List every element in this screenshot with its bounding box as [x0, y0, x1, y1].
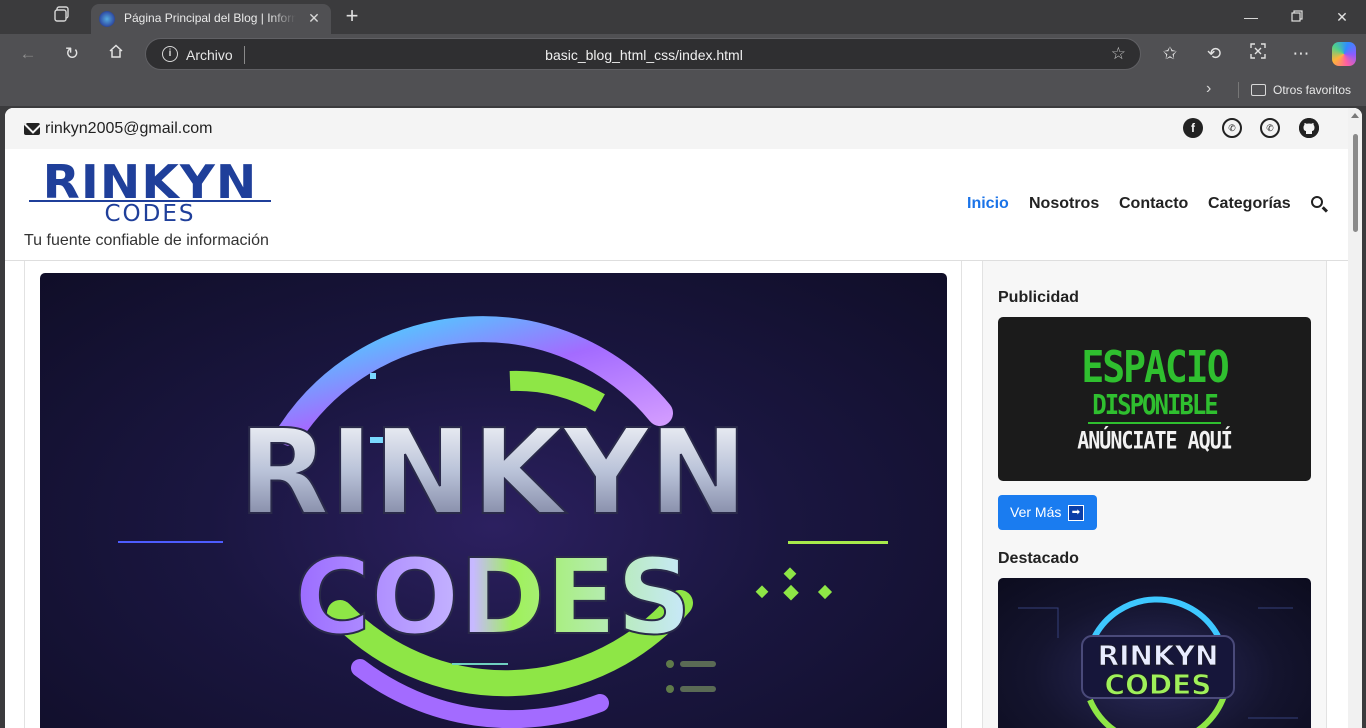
ad-heading: Publicidad — [998, 289, 1079, 306]
ad-line3: ANÚNCIATE AQUÍ — [1077, 425, 1233, 455]
home-icon[interactable] — [103, 42, 129, 66]
active-tab[interactable]: Página Principal del Blog | Información … — [91, 4, 331, 34]
favorites-folder-label[interactable]: Otros favoritos — [1273, 83, 1351, 97]
hero-image[interactable]: RINKYN CODES — [40, 273, 947, 728]
scrollbar-thumb[interactable] — [1353, 134, 1358, 232]
refresh-icon[interactable]: ↻ — [59, 42, 85, 66]
back-icon[interactable]: ← — [15, 42, 41, 66]
facebook-icon[interactable]: f — [1183, 118, 1203, 138]
whatsapp-icon[interactable]: ✆ — [1222, 118, 1242, 138]
logo-wordmark[interactable]: RINKYN — [23, 159, 277, 205]
hero-logo-line2: CODES — [294, 536, 691, 658]
main-column: RINKYN CODES — [24, 261, 962, 728]
content-area: RINKYN CODES Publicidad ESPACIO DISPONIB… — [24, 261, 1327, 728]
github-icon[interactable] — [1299, 118, 1319, 138]
address-bar[interactable]: i Archivo basic_blog_html_css/index.html… — [145, 38, 1141, 70]
ver-mas-button[interactable]: Ver Más ➡ — [998, 495, 1097, 530]
history-icon[interactable]: ⟲ — [1201, 42, 1227, 66]
hero-logo-line1: RINKYN — [238, 403, 747, 541]
workspaces-icon[interactable] — [50, 6, 74, 28]
logo-subtitle[interactable]: CODES — [29, 202, 271, 226]
more-menu-icon[interactable]: ⋯ — [1288, 42, 1314, 66]
ad-line1: ESPACIO — [1081, 341, 1229, 393]
nav-contacto[interactable]: Contacto — [1119, 195, 1188, 213]
site-tagline: Tu fuente confiable de información — [24, 232, 269, 249]
nav-nosotros[interactable]: Nosotros — [1029, 195, 1099, 213]
site-favicon-icon — [99, 11, 115, 27]
ad-divider — [1088, 422, 1221, 424]
favorites-bar: › Otros favoritos — [0, 74, 1366, 106]
tab-title: Página Principal del Blog | Información — [124, 11, 296, 25]
contact-topbar: rinkyn2005@gmail.com f ✆ ✆ — [5, 108, 1348, 149]
new-tab-icon[interactable]: + — [340, 5, 364, 29]
envelope-icon — [24, 123, 40, 135]
sidebar: Publicidad ESPACIO DISPONIBLE ANÚNCIATE … — [982, 261, 1327, 728]
site-header: RINKYN CODES Tu fuente confiable de info… — [5, 149, 1348, 261]
contact-email[interactable]: rinkyn2005@gmail.com — [45, 120, 212, 138]
copilot-icon[interactable] — [1332, 42, 1356, 66]
featured-logo-line2: CODES — [1105, 668, 1212, 701]
page-viewport: rinkyn2005@gmail.com f ✆ ✆ RINKYN CODES … — [5, 108, 1362, 728]
close-window-icon[interactable]: ✕ — [1327, 5, 1357, 29]
ver-mas-label: Ver Más — [1010, 504, 1062, 520]
restore-icon[interactable] — [1282, 5, 1312, 29]
minimize-icon[interactable]: — — [1236, 5, 1266, 29]
featured-logo-graphic: RINKYN CODES — [1018, 596, 1298, 728]
divider — [1238, 82, 1239, 98]
url-text[interactable]: basic_blog_html_css/index.html — [146, 47, 1142, 63]
arrow-right-icon: ➡ — [1068, 505, 1084, 521]
favorites-icon[interactable]: ✩ — [1157, 42, 1183, 66]
scroll-up-icon[interactable] — [1351, 113, 1359, 118]
hero-logo-graphic: RINKYN CODES — [118, 316, 888, 728]
featured-heading: Destacado — [998, 550, 1079, 567]
screenshot-icon[interactable] — [1245, 42, 1271, 66]
chevron-right-icon[interactable]: › — [1206, 80, 1211, 98]
tab-strip: Página Principal del Blog | Información … — [0, 0, 1366, 34]
close-tab-icon[interactable]: ✕ — [305, 9, 323, 27]
nav-categorias[interactable]: Categorías — [1208, 195, 1291, 213]
favorite-star-icon[interactable]: ☆ — [1111, 44, 1126, 64]
featured-image[interactable]: RINKYN CODES — [998, 578, 1311, 728]
nav-inicio[interactable]: Inicio — [967, 195, 1009, 213]
ad-banner[interactable]: ESPACIO DISPONIBLE ANÚNCIATE AQUÍ — [998, 317, 1311, 481]
ad-line2: DISPONIBLE — [1092, 388, 1219, 422]
folder-icon[interactable] — [1251, 84, 1266, 96]
page-scrollbar[interactable] — [1348, 108, 1362, 728]
browser-toolbar: ← ↻ i Archivo basic_blog_html_css/index.… — [0, 34, 1366, 74]
search-icon[interactable] — [1311, 196, 1323, 208]
whatsapp-icon[interactable]: ✆ — [1260, 118, 1280, 138]
